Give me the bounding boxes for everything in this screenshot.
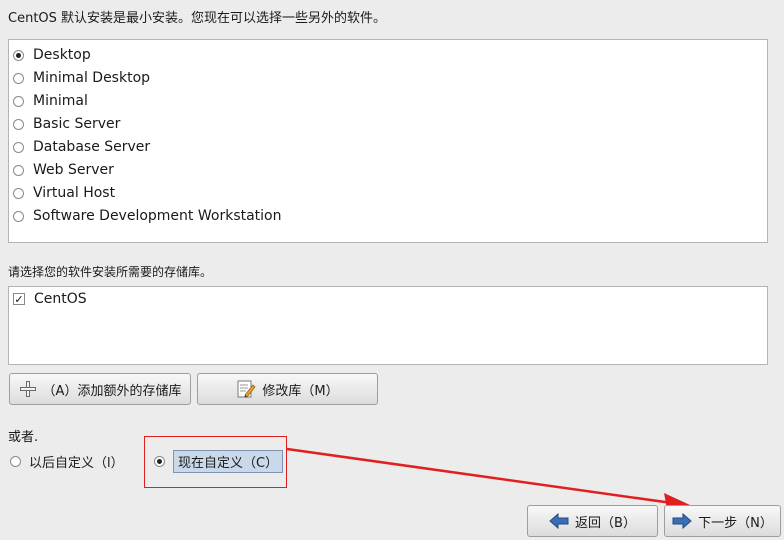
arrow-right-icon xyxy=(672,513,692,529)
arrow-left-icon xyxy=(549,513,569,529)
back-label: 返回（B） xyxy=(575,515,636,531)
next-button[interactable]: 下一步（N） xyxy=(664,505,781,537)
annotation-arrow xyxy=(286,447,690,514)
next-label: 下一步（N） xyxy=(698,515,773,531)
back-button[interactable]: 返回（B） xyxy=(527,505,658,537)
